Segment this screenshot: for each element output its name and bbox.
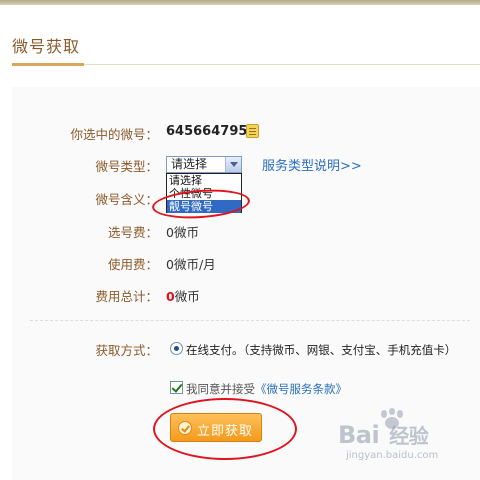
online-payment-text: 在线支付。（支持微币、网银、支付宝、手机充值卡） (186, 343, 457, 357)
watermark-url: jingyan.baidu.com (346, 450, 439, 461)
page-title: 微号获取 (12, 37, 81, 56)
usage-fee-value: 0微币/月 (166, 257, 216, 272)
total-fee-label: 费用总计： (95, 289, 158, 304)
meaning-label: 微号含义： (95, 192, 158, 207)
selected-number-value: 645664795 (166, 124, 248, 139)
usage-fee-label: 使用费： (107, 257, 158, 272)
annotation-ellipse-button (153, 398, 297, 460)
service-type-link[interactable]: 服务类型说明>> (262, 155, 362, 174)
copy-icon[interactable] (246, 124, 259, 138)
online-payment-radio[interactable] (170, 342, 183, 355)
watermark-brand-text: Bai (338, 421, 380, 449)
service-terms-link[interactable]: 《微号服务条款》 (255, 382, 347, 396)
section-divider (30, 320, 470, 321)
type-select[interactable]: 请选择 (166, 156, 242, 173)
title-accent-bar (12, 63, 84, 66)
total-fee-value: 0微币 (166, 286, 200, 305)
select-fee-value: 0微币 (166, 225, 199, 240)
type-label: 微号类型： (95, 159, 158, 174)
agree-text-prefix: 我同意并接受 (186, 382, 255, 396)
payment-method-label: 获取方式： (95, 343, 158, 358)
selected-number-label: 你选中的微号： (70, 127, 158, 142)
watermark-brand: Bai 经验 (338, 420, 429, 449)
type-option-default[interactable]: 请选择 (167, 174, 241, 187)
select-arrow-icon[interactable] (225, 157, 241, 172)
watermark-brand-suffix: 经验 (389, 424, 429, 448)
select-fee-label: 选号费： (107, 225, 158, 240)
baidu-watermark: Bai 经验 jingyan.baidu.com (336, 406, 476, 466)
agree-terms-checkbox[interactable] (170, 381, 183, 394)
total-fee-unit: 微币 (174, 289, 200, 304)
agree-terms-text: 我同意并接受《微号服务条款》 (186, 381, 347, 397)
total-fee-amount: 0 (166, 289, 175, 304)
top-strip (0, 0, 480, 5)
type-select-value: 请选择 (171, 157, 208, 171)
